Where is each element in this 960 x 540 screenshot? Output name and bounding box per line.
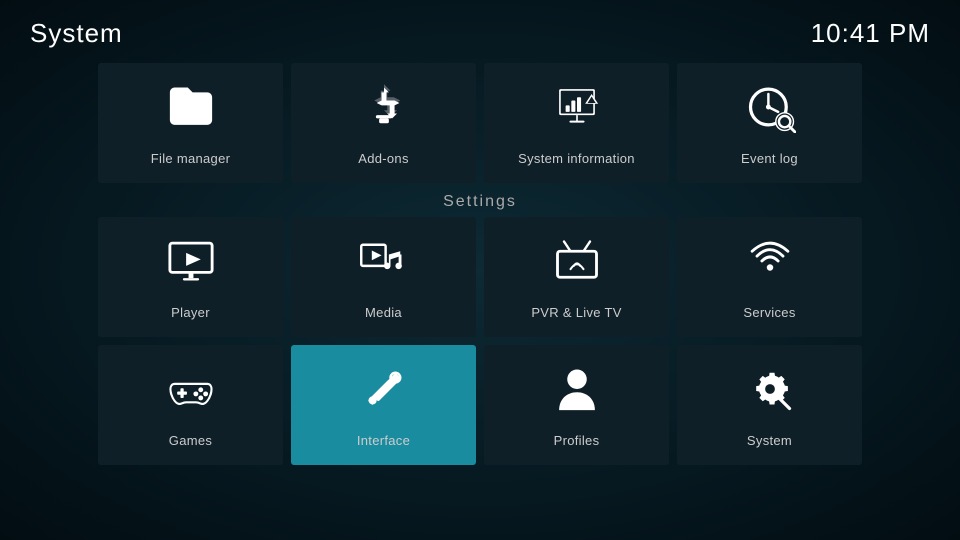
file-manager-icon — [165, 81, 217, 141]
games-icon — [165, 363, 217, 423]
pvr-live-tv-icon — [551, 235, 603, 295]
settings-section: Settings — [0, 193, 960, 211]
system-icon — [744, 363, 796, 423]
games-label: Games — [169, 433, 212, 448]
media-icon — [358, 235, 410, 295]
player-icon — [165, 235, 217, 295]
header: System 10:41 PM — [0, 0, 960, 59]
system-information-label: System information — [518, 151, 635, 166]
top-grid: File manager Add-ons — [0, 63, 960, 183]
file-manager-label: File manager — [151, 151, 230, 166]
system-label: System — [747, 433, 792, 448]
profiles-icon — [551, 363, 603, 423]
tile-services[interactable]: Services — [677, 217, 862, 337]
tile-system-information[interactable]: System information — [484, 63, 669, 183]
services-label: Services — [743, 305, 795, 320]
tile-media[interactable]: Media — [291, 217, 476, 337]
tile-add-ons[interactable]: Add-ons — [291, 63, 476, 183]
tile-profiles[interactable]: Profiles — [484, 345, 669, 465]
pvr-live-tv-label: PVR & Live TV — [531, 305, 621, 320]
add-ons-icon — [358, 81, 410, 141]
tile-file-manager[interactable]: File manager — [98, 63, 283, 183]
tile-games[interactable]: Games — [98, 345, 283, 465]
event-log-label: Event log — [741, 151, 798, 166]
media-label: Media — [365, 305, 402, 320]
player-label: Player — [171, 305, 210, 320]
services-icon — [744, 235, 796, 295]
tile-interface[interactable]: Interface — [291, 345, 476, 465]
settings-label: Settings — [443, 193, 517, 210]
tile-pvr-live-tv[interactable]: PVR & Live TV — [484, 217, 669, 337]
tile-event-log[interactable]: Event log — [677, 63, 862, 183]
tile-player[interactable]: Player — [98, 217, 283, 337]
app-title: System — [30, 18, 123, 49]
profiles-label: Profiles — [554, 433, 600, 448]
add-ons-label: Add-ons — [358, 151, 409, 166]
system-information-icon — [551, 81, 603, 141]
tile-system[interactable]: System — [677, 345, 862, 465]
event-log-icon — [744, 81, 796, 141]
middle-grid: Player Media — [0, 217, 960, 337]
clock: 10:41 PM — [811, 18, 930, 49]
interface-label: Interface — [357, 433, 410, 448]
bottom-grid: Games Interface Profiles — [0, 345, 960, 465]
interface-icon — [358, 363, 410, 423]
